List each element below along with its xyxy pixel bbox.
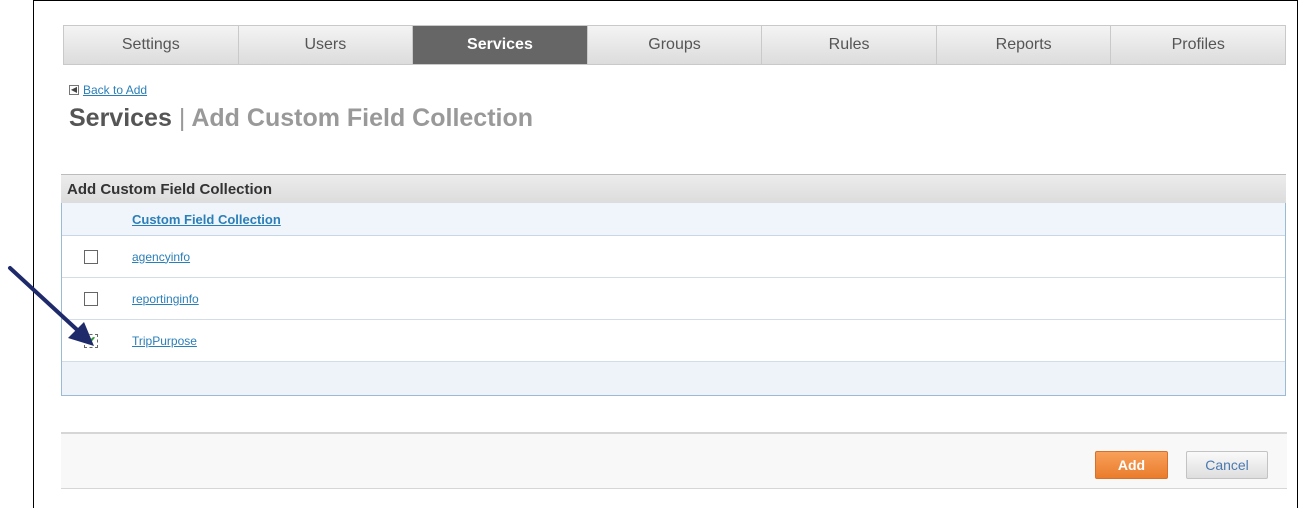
table-row: agencyinfo <box>62 236 1285 278</box>
add-button[interactable]: Add <box>1095 451 1168 479</box>
page-title-separator: | <box>178 104 186 132</box>
tab-users[interactable]: Users <box>239 26 414 64</box>
panel-title: Add Custom Field Collection <box>61 174 1286 203</box>
page-title-subtitle: Add Custom Field Collection <box>191 104 534 132</box>
custom-field-table: Custom Field Collection agencyinfo repor… <box>61 203 1286 396</box>
table-header: Custom Field Collection <box>62 203 1285 236</box>
custom-field-panel: Add Custom Field Collection Custom Field… <box>61 174 1286 400</box>
tab-groups[interactable]: Groups <box>588 26 763 64</box>
content-frame: Settings Users Services Groups Rules Rep… <box>33 0 1298 508</box>
tab-rules[interactable]: Rules <box>762 26 937 64</box>
tab-reports[interactable]: Reports <box>937 26 1112 64</box>
table-row: ✔ TripPurpose <box>62 320 1285 362</box>
action-footer: Add Cancel <box>61 432 1287 489</box>
tab-services[interactable]: Services <box>413 26 588 64</box>
table-footer-row <box>62 362 1285 395</box>
row-link-agencyinfo[interactable]: agencyinfo <box>132 250 190 264</box>
column-header-custom-field-collection[interactable]: Custom Field Collection <box>132 212 281 227</box>
cancel-button[interactable]: Cancel <box>1186 451 1268 479</box>
row-link-reportinginfo[interactable]: reportinginfo <box>132 292 199 306</box>
tab-profiles[interactable]: Profiles <box>1111 26 1285 64</box>
page-title: Services | Add Custom Field Collection <box>69 104 533 133</box>
table-row: reportinginfo <box>62 278 1285 320</box>
main-tab-bar: Settings Users Services Groups Rules Rep… <box>63 25 1286 65</box>
row-link-trippurpose[interactable]: TripPurpose <box>132 334 197 348</box>
annotation-arrow-icon <box>8 266 94 346</box>
